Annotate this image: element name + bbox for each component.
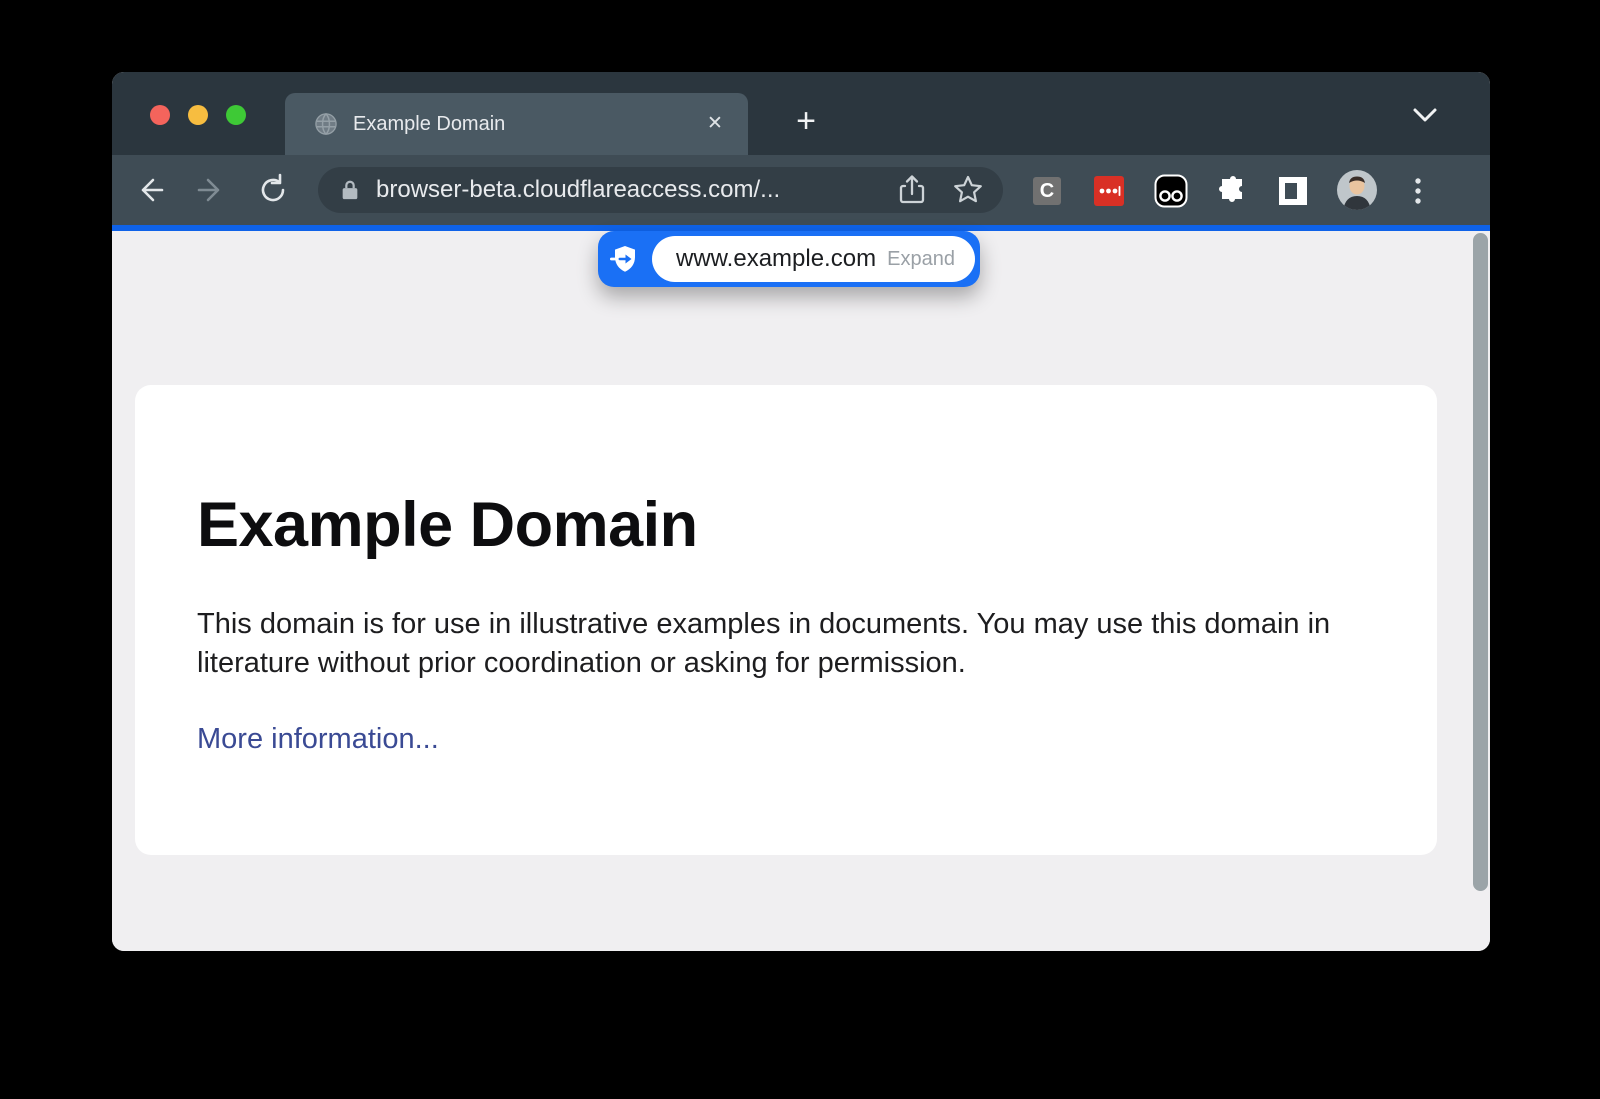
extension-camera-button[interactable] — [1154, 174, 1188, 208]
extension-c-badge: C — [1033, 177, 1061, 205]
page-title: Example Domain — [197, 489, 1375, 561]
side-panel-icon — [1278, 176, 1308, 206]
two-circles-icon — [1154, 174, 1188, 208]
more-information-link[interactable]: More information... — [197, 723, 439, 756]
address-bar[interactable]: browser-beta.cloudflareaccess.com/... — [318, 167, 1003, 213]
side-panel-button[interactable] — [1276, 174, 1310, 208]
minimize-window-button[interactable] — [188, 105, 208, 125]
chevron-down-icon[interactable] — [1412, 107, 1438, 123]
example-domain-card: Example Domain This domain is for use in… — [135, 385, 1437, 855]
close-window-button[interactable] — [150, 105, 170, 125]
tab-close-button[interactable]: ✕ — [700, 109, 730, 139]
expand-button[interactable]: Expand — [887, 248, 955, 271]
tab-example-domain[interactable]: Example Domain ✕ — [285, 93, 748, 155]
bookmark-button[interactable] — [951, 173, 985, 207]
toolbar: browser-beta.cloudflareaccess.com/... C — [112, 155, 1490, 225]
star-icon — [951, 173, 985, 207]
traffic-lights — [150, 105, 246, 125]
isolated-domain-text: www.example.com — [676, 245, 887, 273]
reload-icon — [255, 172, 291, 208]
tab-title: Example Domain — [353, 113, 700, 136]
isolation-domain-field[interactable]: www.example.com Expand — [652, 236, 975, 282]
page-viewport: www.example.com Expand Example Domain Th… — [112, 231, 1490, 951]
lastpass-icon — [1094, 176, 1124, 206]
url-text[interactable]: browser-beta.cloudflareaccess.com/... — [376, 176, 895, 204]
share-icon — [895, 173, 929, 207]
forward-arrow-icon — [193, 172, 229, 208]
browser-menu-button[interactable] — [1401, 174, 1435, 208]
globe-icon — [315, 113, 337, 135]
avatar — [1336, 169, 1378, 211]
profile-avatar[interactable] — [1336, 169, 1378, 211]
vertical-scrollbar[interactable] — [1473, 233, 1488, 891]
shield-arrow-icon — [598, 243, 652, 275]
extensions-menu-button[interactable] — [1216, 174, 1250, 208]
extension-c-button[interactable]: C — [1030, 174, 1064, 208]
reload-button[interactable] — [255, 172, 291, 208]
tab-strip: Example Domain ✕ + — [112, 72, 1490, 155]
forward-button[interactable] — [193, 172, 229, 208]
back-button[interactable] — [132, 172, 168, 208]
browser-window: Example Domain ✕ + — [112, 72, 1490, 951]
kebab-menu-icon — [1414, 176, 1422, 206]
page-paragraph: This domain is for use in illustrative e… — [197, 605, 1347, 683]
extension-lastpass-button[interactable] — [1092, 174, 1126, 208]
isolation-domain-pill[interactable]: www.example.com Expand — [598, 231, 980, 287]
share-button[interactable] — [895, 173, 929, 207]
maximize-window-button[interactable] — [226, 105, 246, 125]
back-arrow-icon — [132, 172, 168, 208]
new-tab-button[interactable]: + — [787, 102, 825, 140]
puzzle-icon — [1218, 176, 1248, 206]
lock-icon — [340, 179, 360, 201]
